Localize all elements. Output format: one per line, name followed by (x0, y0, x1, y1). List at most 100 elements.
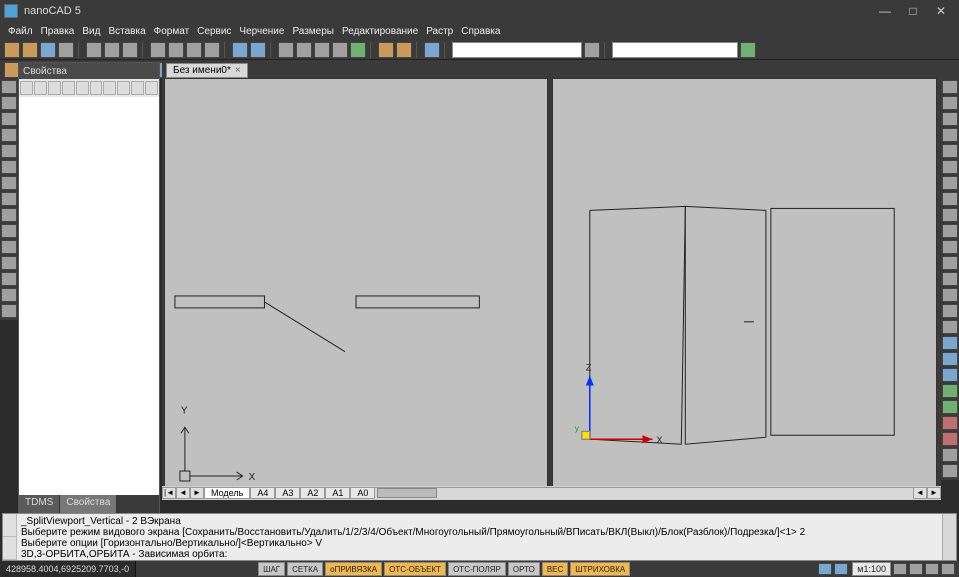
toggle-otrack-obj[interactable]: ОТС-ОБЪЕКТ (384, 562, 446, 576)
stretch-icon[interactable] (942, 208, 958, 222)
paste-icon[interactable] (186, 42, 202, 58)
toggle-osnap[interactable]: оПРИВЯЗКА (325, 562, 382, 576)
layout-tab-a3[interactable]: A3 (275, 487, 300, 499)
circle-icon[interactable] (1, 112, 17, 126)
region-icon[interactable] (1, 240, 17, 254)
pan-icon[interactable] (278, 42, 294, 58)
toggle-grid[interactable]: СЕТКА (287, 562, 323, 576)
rt4-icon[interactable] (942, 384, 958, 398)
help-icon[interactable] (424, 42, 440, 58)
rt8-icon[interactable] (942, 448, 958, 462)
menu-modify[interactable]: Редактирование (342, 26, 418, 37)
saveall-icon[interactable] (58, 42, 74, 58)
status-zoomfit-icon[interactable] (925, 563, 939, 575)
prop-d-icon[interactable] (90, 81, 103, 95)
toggle-otrack-polar[interactable]: ОТС-ПОЛЯР (448, 562, 506, 576)
toggle-snap[interactable]: ШАГ (258, 562, 285, 576)
fillet-icon[interactable] (942, 304, 958, 318)
go-icon[interactable] (740, 42, 756, 58)
redo-icon[interactable] (250, 42, 266, 58)
mirror-icon[interactable] (942, 128, 958, 142)
offset-icon[interactable] (942, 144, 958, 158)
layout-tab-a2[interactable]: A2 (300, 487, 325, 499)
rt9-icon[interactable] (942, 464, 958, 478)
minimize-button[interactable]: — (871, 2, 899, 20)
cmd-gutter-btn[interactable] (3, 537, 16, 560)
break-icon[interactable] (942, 256, 958, 270)
point-icon[interactable] (1, 208, 17, 222)
status-zoomin-icon[interactable] (909, 563, 923, 575)
search-input[interactable] (612, 42, 738, 58)
status-tool1-icon[interactable] (818, 563, 832, 575)
zoom-icon[interactable] (296, 42, 312, 58)
polyline-icon[interactable] (1, 96, 17, 110)
cut-icon[interactable] (150, 42, 166, 58)
document-tab-close-icon[interactable]: × (235, 65, 241, 76)
command-scrollbar[interactable] (942, 514, 956, 560)
prop-pin-icon[interactable] (34, 81, 47, 95)
maximize-button[interactable]: □ (899, 2, 927, 20)
menu-draw[interactable]: Черчение (239, 26, 284, 37)
layout-scroll-right[interactable]: ► (927, 487, 941, 499)
text-icon[interactable] (1, 288, 17, 302)
rt2-icon[interactable] (942, 352, 958, 366)
status-coordinates[interactable]: 428958.4004,6925209.7703,-0 (0, 561, 136, 577)
ellipse-icon[interactable] (1, 176, 17, 190)
prop-a-icon[interactable] (48, 81, 61, 95)
plot-icon[interactable] (122, 42, 138, 58)
rotate-icon[interactable] (942, 176, 958, 190)
open-icon[interactable] (22, 42, 38, 58)
layout-tab-model[interactable]: Модель (204, 487, 250, 499)
prop-e-icon[interactable] (103, 81, 116, 95)
status-tool2-icon[interactable] (834, 563, 848, 575)
tab-properties[interactable]: Свойства (60, 495, 117, 513)
array-icon[interactable] (942, 160, 958, 174)
layout-tab-a0[interactable]: A0 (350, 487, 375, 499)
viewport-right[interactable]: Z X y (552, 78, 937, 498)
menu-format[interactable]: Формат (154, 26, 190, 37)
properties-title[interactable]: Свойства (19, 63, 159, 79)
command-line[interactable]: _SplitViewport_Vertical - 2 ВЭкрана Выбе… (2, 513, 957, 561)
calc-icon[interactable] (396, 42, 412, 58)
document-tab[interactable]: Без имени0* × (166, 63, 248, 78)
menu-help[interactable]: Справка (461, 26, 500, 37)
line-icon[interactable] (1, 80, 17, 94)
rect-icon[interactable] (1, 144, 17, 158)
menu-dimensions[interactable]: Размеры (292, 26, 334, 37)
status-scale[interactable]: м1:100 (852, 562, 891, 576)
status-zoomout-icon[interactable] (893, 563, 907, 575)
layer-combo[interactable] (452, 42, 582, 58)
block-icon[interactable] (1, 256, 17, 270)
prop-c-icon[interactable] (76, 81, 89, 95)
arc-icon[interactable] (1, 128, 17, 142)
prop-f-icon[interactable] (117, 81, 130, 95)
layout-scroll-left[interactable]: ◄ (913, 487, 927, 499)
preview-icon[interactable] (104, 42, 120, 58)
chamfer-icon[interactable] (942, 288, 958, 302)
scale-icon[interactable] (942, 192, 958, 206)
rt5-icon[interactable] (942, 400, 958, 414)
prop-g-icon[interactable] (131, 81, 144, 95)
prop-h-icon[interactable] (145, 81, 158, 95)
undo-icon[interactable] (232, 42, 248, 58)
new-icon[interactable] (4, 42, 20, 58)
polygon-icon[interactable] (1, 160, 17, 174)
table-icon[interactable] (1, 272, 17, 286)
extend-icon[interactable] (942, 240, 958, 254)
layer-dropdown-icon[interactable] (584, 42, 600, 58)
trim-icon[interactable] (942, 224, 958, 238)
regen-icon[interactable] (350, 42, 366, 58)
layout-hscroll[interactable] (375, 487, 913, 499)
layout-first-button[interactable]: |◄ (162, 487, 176, 499)
layout-tab-a4[interactable]: A4 (250, 487, 275, 499)
menu-view[interactable]: Вид (82, 26, 100, 37)
erase-icon[interactable] (942, 80, 958, 94)
copyprops-icon[interactable] (204, 42, 220, 58)
zoomext-icon[interactable] (332, 42, 348, 58)
toggle-ortho[interactable]: ОРТО (508, 562, 540, 576)
layout-prev-button[interactable]: ◄ (176, 487, 190, 499)
move-icon[interactable] (942, 96, 958, 110)
spline-icon[interactable] (1, 192, 17, 206)
prop-new-icon[interactable] (20, 81, 33, 95)
status-fullscreen-icon[interactable] (941, 563, 955, 575)
